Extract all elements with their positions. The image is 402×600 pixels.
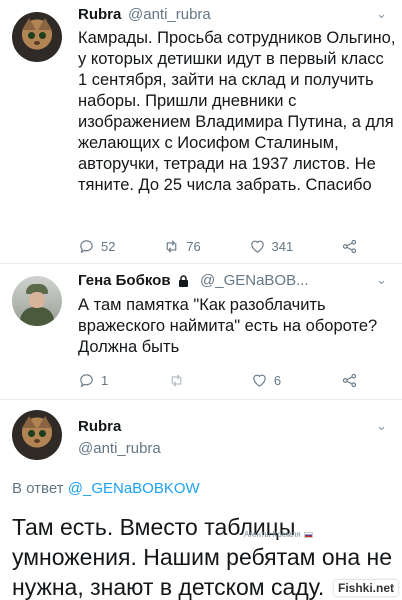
retweet-button[interactable] — [168, 372, 191, 389]
avatar[interactable] — [12, 410, 62, 460]
author-name[interactable]: Rubra — [78, 418, 121, 435]
reply-icon — [80, 373, 93, 387]
avatar[interactable] — [12, 276, 62, 326]
chevron-down-icon[interactable]: ⌄ — [376, 418, 387, 434]
author-name[interactable]: Гена Бобков — [78, 272, 189, 289]
share-button[interactable] — [341, 238, 358, 255]
tweet-1[interactable]: Rubra @anti_rubra ⌄ Камрады. Просьба сот… — [0, 0, 402, 264]
retweet-icon — [166, 239, 177, 253]
flag-icon — [303, 531, 313, 538]
agents-stamp: Агенты Кремля — [244, 530, 313, 539]
share-icon — [342, 373, 357, 387]
author-handle[interactable]: @_GENaBOB... — [200, 272, 309, 289]
tweet-2[interactable]: Гена Бобков @_GENaBOB... ⌄ А там памятка… — [0, 264, 402, 400]
main-tweet[interactable]: Rubra @anti_rubra ⌄ В ответ @_GENaBOBKOW… — [0, 400, 402, 600]
reply-prefix: В ответ — [12, 480, 64, 497]
like-icon — [250, 240, 264, 253]
chevron-down-icon[interactable]: ⌄ — [376, 6, 387, 22]
tweet-actions: 1 6 — [78, 370, 358, 390]
author-handle[interactable]: @anti_rubra — [128, 6, 211, 23]
reply-context: В ответ @_GENaBOBKOW — [12, 480, 200, 497]
like-button[interactable]: 341 — [249, 238, 294, 255]
like-count: 6 — [273, 372, 282, 388]
share-button[interactable] — [341, 372, 358, 389]
chevron-down-icon[interactable]: ⌄ — [376, 272, 387, 288]
author-handle[interactable]: @anti_rubra — [78, 440, 161, 457]
like-icon — [253, 374, 266, 387]
reply-handle-link[interactable]: @_GENaBOBKOW — [68, 480, 200, 497]
share-icon — [342, 239, 357, 253]
tweet-actions: 52 76 341 — [78, 236, 358, 256]
avatar[interactable] — [12, 12, 62, 62]
like-button[interactable]: 6 — [251, 372, 281, 389]
stamp-text: Агенты Кремля — [244, 530, 301, 539]
author-name-text: Гена Бобков — [78, 272, 171, 289]
like-count: 341 — [271, 238, 294, 254]
watermark: Fishki.net — [333, 580, 398, 596]
reply-count: 1 — [101, 372, 109, 388]
reply-button[interactable]: 52 — [78, 238, 115, 255]
retweet-icon — [171, 373, 182, 387]
retweet-button[interactable]: 76 — [163, 238, 201, 255]
author-name[interactable]: Rubra — [78, 6, 121, 23]
tweet-text: Камрады. Просьба сотрудников Ольгино, у … — [78, 29, 396, 194]
reply-count: 52 — [101, 238, 116, 254]
lock-icon — [178, 275, 188, 288]
reply-icon — [80, 239, 93, 253]
tweet-text: А там памятка "Как разоблачить вражеског… — [78, 296, 378, 356]
retweet-count: 76 — [186, 238, 201, 254]
reply-button[interactable]: 1 — [78, 372, 108, 389]
